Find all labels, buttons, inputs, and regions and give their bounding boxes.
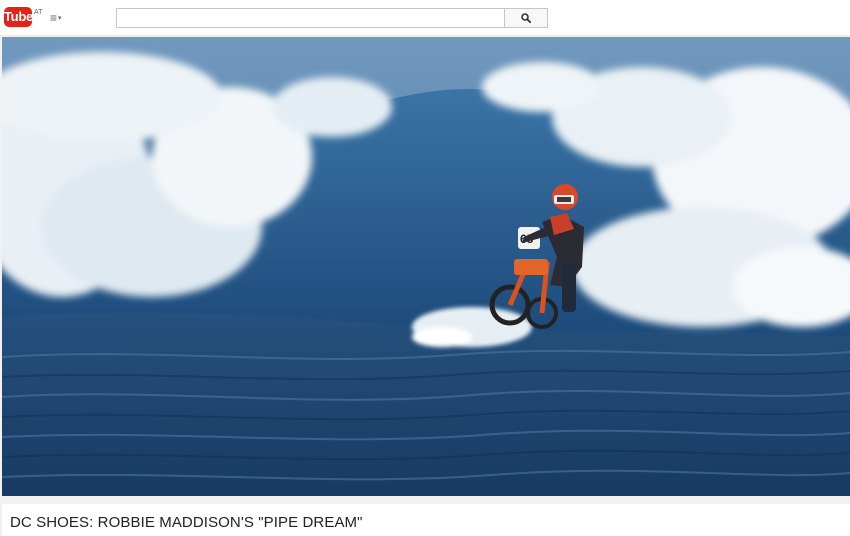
search-icon — [521, 13, 531, 23]
video-title: DC SHOES: ROBBIE MADDISON'S "PIPE DREAM" — [10, 514, 363, 531]
video-frame: 65 — [2, 37, 850, 496]
youtube-logo[interactable]: Tube AT — [0, 7, 46, 29]
hamburger-menu-icon: ≡ — [50, 11, 58, 25]
masthead: Tube AT ≡▾ — [0, 0, 850, 36]
search-input[interactable] — [116, 8, 504, 28]
logo-tube-badge: Tube — [4, 7, 33, 27]
video-title-bar: DC SHOES: ROBBIE MADDISON'S "PIPE DREAM" — [2, 504, 850, 536]
caret-down-icon: ▾ — [58, 14, 62, 22]
guide-button[interactable]: ≡▾ — [50, 11, 70, 25]
video-player[interactable]: 65 — [2, 37, 850, 496]
search-button[interactable] — [504, 8, 548, 28]
logo-country-code: AT — [34, 9, 43, 16]
